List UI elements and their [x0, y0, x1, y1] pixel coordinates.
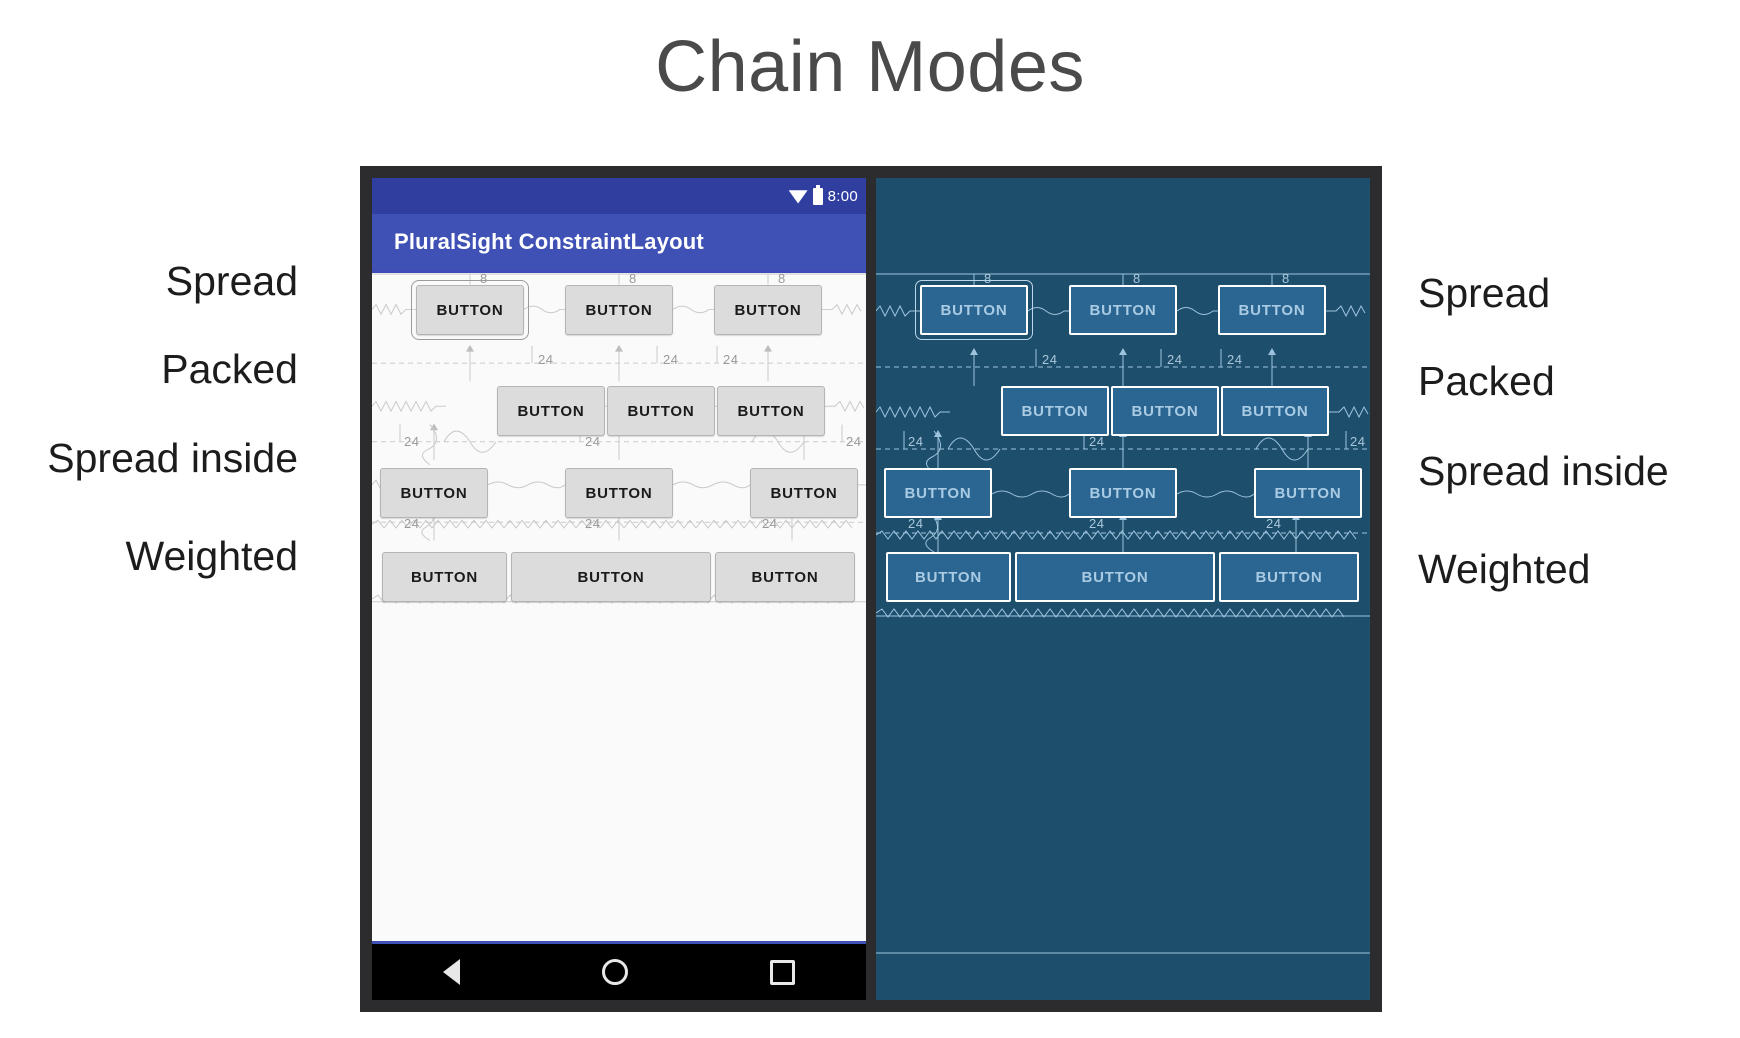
- bp-margin-label-weighted-2: 24: [1089, 516, 1105, 531]
- blueprint-canvas: BUTTON BUTTON BUTTON 8 8 8 BUTTON BUTTON…: [876, 178, 1370, 1000]
- design-panel: 8:00 PluralSight ConstraintLayout BUTTON…: [372, 178, 866, 1000]
- device-frame: 8:00 PluralSight ConstraintLayout BUTTON…: [360, 166, 1382, 1012]
- bp-button-spread-inside-2[interactable]: BUTTON: [1069, 468, 1177, 518]
- button-spread-inside-3[interactable]: BUTTON: [750, 468, 858, 518]
- button-packed-2[interactable]: BUTTON: [607, 386, 715, 436]
- margin-label-spread-inside-3: 24: [846, 434, 862, 449]
- battery-icon: [812, 184, 823, 205]
- bp-margin-label-packed-2: 24: [1167, 352, 1183, 367]
- bp-margin-label-packed-3: 24: [1227, 352, 1243, 367]
- button-weighted-2[interactable]: BUTTON: [511, 552, 711, 602]
- bp-chain-row-spread: BUTTON BUTTON BUTTON 8 8 8: [876, 271, 1370, 349]
- bp-chain-row-weighted: BUTTON BUTTON BUTTON 24 24 24: [876, 516, 1370, 616]
- margin-label-spread-1: 8: [480, 271, 488, 286]
- label-left-spread: Spread: [165, 258, 298, 304]
- page-title: Chain Modes: [655, 27, 1085, 107]
- margin-label-spread-inside-1: 24: [404, 434, 420, 449]
- label-right-weighted: Weighted: [1418, 546, 1591, 592]
- bp-button-spread-2[interactable]: BUTTON: [1069, 285, 1177, 335]
- bp-margin-label-spread-2: 8: [1133, 271, 1141, 286]
- chain-row-packed: BUTTON BUTTON BUTTON 24 24 24: [372, 352, 866, 450]
- home-circle-icon[interactable]: [602, 959, 628, 985]
- bp-button-spread-inside-1[interactable]: BUTTON: [884, 468, 992, 518]
- label-right-spread: Spread: [1418, 270, 1551, 316]
- bp-margin-label-spread-1: 8: [984, 271, 992, 286]
- status-bar: 8:00: [372, 178, 866, 214]
- margin-label-spread-inside-2: 24: [585, 434, 601, 449]
- bp-margin-label-weighted-3: 24: [1266, 516, 1282, 531]
- button-weighted-1[interactable]: BUTTON: [382, 552, 507, 602]
- label-left-packed: Packed: [161, 346, 298, 392]
- chain-row-spread-inside: BUTTON BUTTON BUTTON 24 24 24: [372, 434, 866, 532]
- bp-button-packed-3[interactable]: BUTTON: [1221, 386, 1329, 436]
- button-packed-3[interactable]: BUTTON: [717, 386, 825, 436]
- app-bar-title: PluralSight ConstraintLayout: [394, 229, 704, 254]
- margin-label-spread-3: 8: [778, 271, 786, 286]
- panel-divider: [866, 178, 876, 1000]
- recents-square-icon[interactable]: [770, 959, 795, 985]
- button-spread-inside-2[interactable]: BUTTON: [565, 468, 673, 518]
- button-spread-1[interactable]: BUTTON: [411, 280, 529, 340]
- button-spread-2[interactable]: BUTTON: [565, 285, 673, 335]
- label-right-spread-inside: Spread inside: [1418, 448, 1669, 494]
- margin-label-packed-2: 24: [663, 352, 679, 367]
- bp-button-packed-1[interactable]: BUTTON: [1001, 386, 1109, 436]
- margin-label-weighted-3: 24: [762, 516, 778, 531]
- bp-button-spread-1[interactable]: BUTTON: [915, 280, 1033, 340]
- button-weighted-3[interactable]: BUTTON: [715, 552, 855, 602]
- bp-button-weighted-3[interactable]: BUTTON: [1219, 552, 1359, 602]
- label-left-weighted: Weighted: [125, 533, 298, 579]
- bp-button-spread-inside-3[interactable]: BUTTON: [1254, 468, 1362, 518]
- app-bar: PluralSight ConstraintLayout: [372, 214, 866, 270]
- wifi-icon: [788, 190, 808, 204]
- bp-chain-row-packed: BUTTON BUTTON BUTTON 24 24 24: [876, 352, 1370, 450]
- bp-button-weighted-1[interactable]: BUTTON: [886, 552, 1011, 602]
- bp-chain-row-spread-inside: BUTTON BUTTON BUTTON 24 24 24: [876, 434, 1370, 532]
- button-spread-3[interactable]: BUTTON: [714, 285, 822, 335]
- blueprint-panel: BUTTON BUTTON BUTTON 8 8 8 BUTTON BUTTON…: [876, 178, 1370, 1000]
- bp-button-packed-2[interactable]: BUTTON: [1111, 386, 1219, 436]
- bp-margin-label-spread-inside-3: 24: [1350, 434, 1366, 449]
- nav-bar: [372, 944, 866, 1000]
- status-bar-clock: 8:00: [827, 187, 858, 205]
- margin-label-weighted-1: 24: [404, 516, 420, 531]
- button-spread-inside-1[interactable]: BUTTON: [380, 468, 488, 518]
- label-left-spread-inside: Spread inside: [47, 435, 298, 481]
- chain-row-spread: BUTTON BUTTON BUTTON 8 8 8: [372, 271, 866, 349]
- bp-button-weighted-2[interactable]: BUTTON: [1015, 552, 1215, 602]
- bp-margin-label-spread-3: 8: [1282, 271, 1290, 286]
- chain-row-weighted: BUTTON BUTTON BUTTON 24 24 24: [372, 516, 866, 616]
- bp-margin-label-spread-inside-2: 24: [1089, 434, 1105, 449]
- bp-button-spread-3[interactable]: BUTTON: [1218, 285, 1326, 335]
- margin-label-packed-3: 24: [723, 352, 739, 367]
- bp-margin-label-spread-inside-1: 24: [908, 434, 924, 449]
- margin-label-weighted-2: 24: [585, 516, 601, 531]
- button-packed-1[interactable]: BUTTON: [497, 386, 605, 436]
- bp-margin-label-packed-1: 24: [1042, 352, 1058, 367]
- design-canvas: BUTTON BUTTON BUTTON 8 8 8 BUTTON BUTTON…: [372, 271, 866, 944]
- margin-label-spread-2: 8: [629, 271, 637, 286]
- margin-label-packed-1: 24: [538, 352, 554, 367]
- bp-margin-label-weighted-1: 24: [908, 516, 924, 531]
- label-right-packed: Packed: [1418, 358, 1555, 404]
- back-triangle-icon[interactable]: [443, 959, 460, 985]
